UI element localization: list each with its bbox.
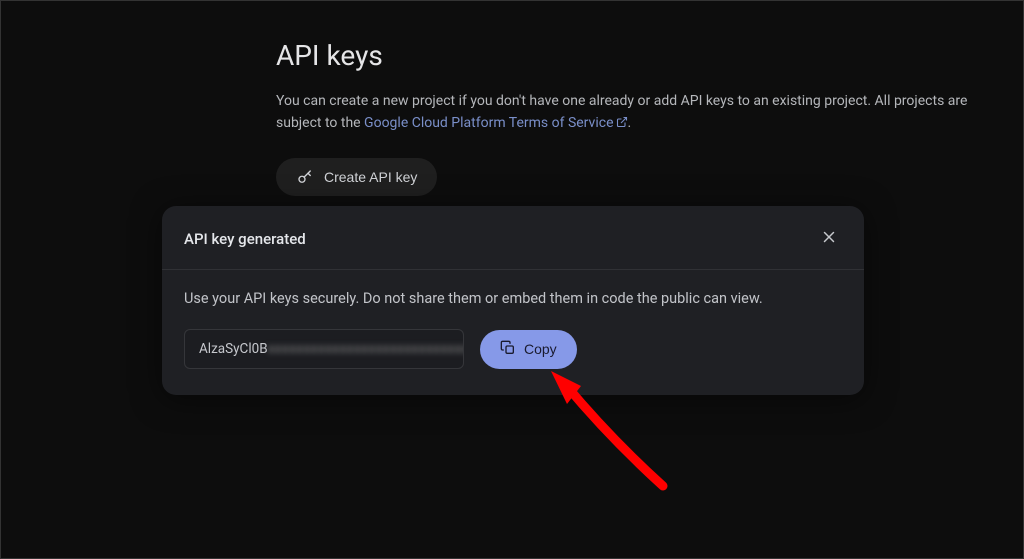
api-key-row: AlzaSyCl0Bxxxxxxxxxxxxxxxxxxxxxxxxxxxx C… bbox=[184, 329, 842, 369]
api-key-visible-part: AlzaSyCl0B bbox=[199, 341, 268, 357]
close-button[interactable] bbox=[816, 224, 842, 253]
api-key-obscured-part: xxxxxxxxxxxxxxxxxxxxxxxxxxxx bbox=[268, 341, 464, 357]
page-title: API keys bbox=[276, 39, 1024, 72]
create-api-key-button[interactable]: Create API key bbox=[276, 158, 437, 196]
page-description: You can create a new project if you don'… bbox=[276, 90, 996, 136]
external-link-icon bbox=[616, 113, 628, 135]
create-api-key-label: Create API key bbox=[324, 169, 417, 185]
modal-header: API key generated bbox=[162, 206, 864, 270]
modal-title: API key generated bbox=[184, 230, 306, 248]
copy-icon bbox=[500, 340, 516, 359]
terms-of-service-link[interactable]: Google Cloud Platform Terms of Service bbox=[364, 115, 627, 131]
api-key-field[interactable]: AlzaSyCl0Bxxxxxxxxxxxxxxxxxxxxxxxxxxxx bbox=[184, 329, 464, 369]
close-icon bbox=[820, 228, 838, 249]
api-key-generated-modal: API key generated Use your API keys secu… bbox=[162, 206, 864, 395]
copy-button[interactable]: Copy bbox=[480, 330, 577, 369]
modal-description: Use your API keys securely. Do not share… bbox=[184, 290, 842, 307]
key-icon bbox=[296, 168, 314, 186]
modal-body: Use your API keys securely. Do not share… bbox=[162, 270, 864, 395]
copy-button-label: Copy bbox=[524, 341, 557, 357]
description-text-suffix: . bbox=[628, 115, 632, 131]
